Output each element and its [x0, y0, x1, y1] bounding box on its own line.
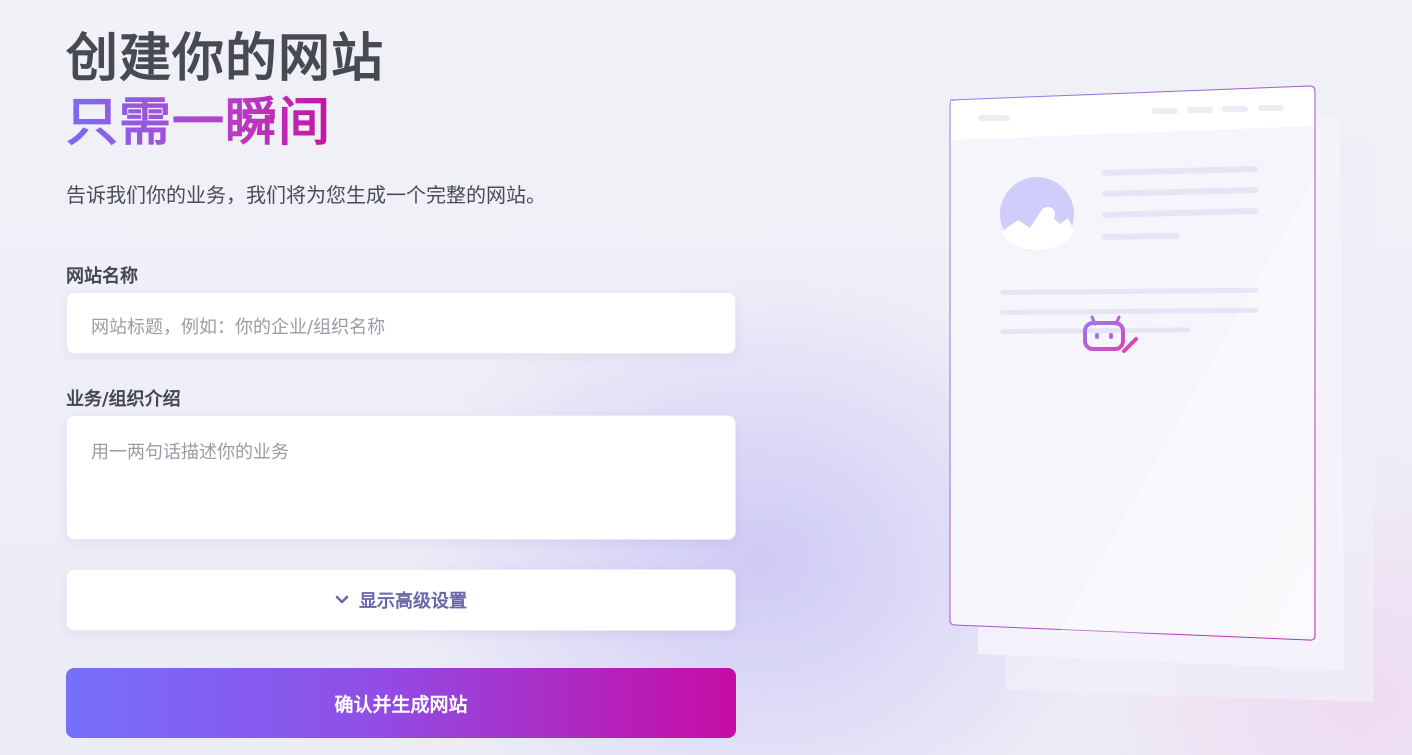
site-name-input[interactable]: 网站标题，例如：你的企业/组织名称 [66, 292, 736, 354]
page-subtitle: 告诉我们你的业务，我们将为您生成一个完整的网站。 [66, 183, 546, 207]
confirm-generate-label: 确认并生成网站 [334, 693, 468, 716]
show-advanced-settings-label: 显示高级设置 [359, 591, 467, 612]
page-title: 创建你的网站 [66, 29, 385, 89]
chevron-down-icon [335, 595, 349, 605]
show-advanced-settings-button[interactable]: 显示高级设置 [66, 569, 736, 631]
description-textarea[interactable]: 用一两句话描述你的业务 [66, 415, 736, 540]
description-placeholder: 用一两句话描述你的业务 [91, 442, 289, 463]
image-placeholder-icon [1000, 177, 1074, 251]
site-name-placeholder: 网站标题，例如：你的企业/组织名称 [91, 317, 386, 338]
confirm-generate-button[interactable]: 确认并生成网站 [66, 668, 736, 738]
website-preview-illustration [940, 80, 1390, 720]
description-label: 业务/组织介绍 [66, 389, 181, 410]
page-title-highlight: 只需一瞬间 [66, 93, 332, 153]
site-name-label: 网站名称 [66, 266, 138, 287]
